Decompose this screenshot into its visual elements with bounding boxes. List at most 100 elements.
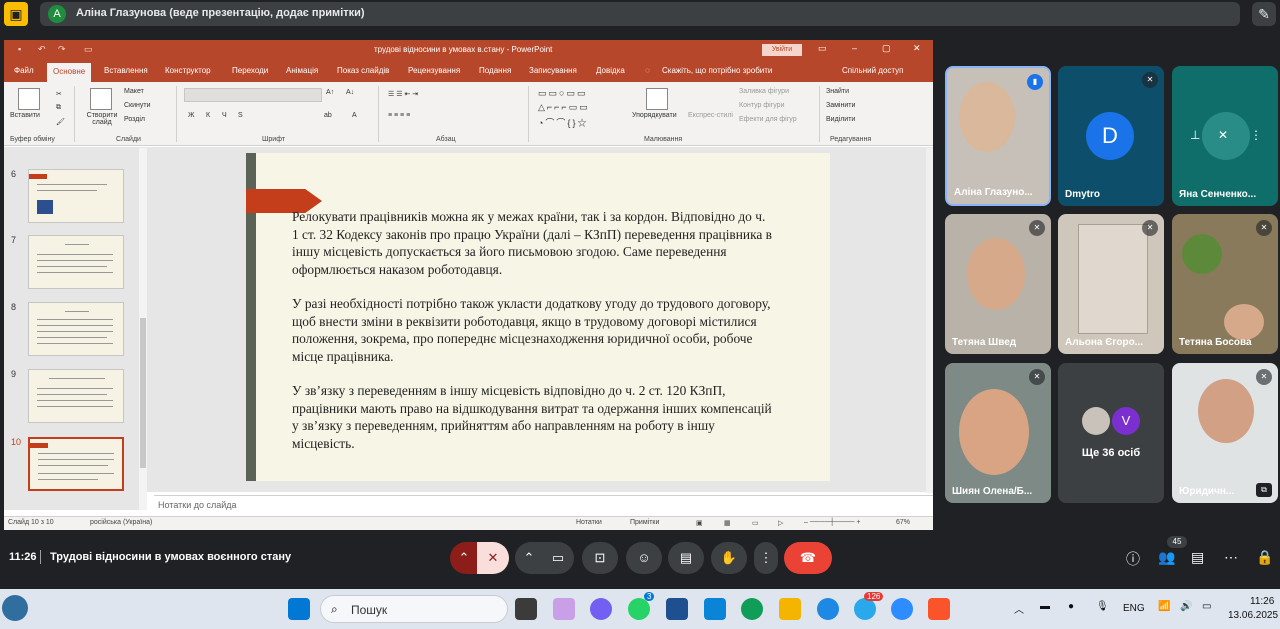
tab-animations[interactable]: Анімація <box>286 66 318 75</box>
zoom-level[interactable]: 67% <box>896 519 910 526</box>
pin-icon[interactable]: ⊥ <box>1190 128 1200 142</box>
whatsapp-icon[interactable] <box>628 598 650 620</box>
shapes-gallery[interactable]: ▭▭○▭▭ <box>538 88 587 99</box>
participant-tile[interactable]: ✕ Альона Єгоро... <box>1058 214 1164 354</box>
more-participants-tile[interactable]: V Ще 36 осіб <box>1058 363 1164 503</box>
replace-button[interactable]: Замінити <box>826 102 855 109</box>
taskbar-date[interactable]: 13.06.2025 <box>1228 610 1278 621</box>
zoom-icon[interactable] <box>891 598 913 620</box>
scrollbar-thumb[interactable] <box>140 318 146 468</box>
app-icon[interactable] <box>817 598 839 620</box>
shape-outline-button[interactable]: Контур фігури <box>739 102 784 109</box>
reading-view-icon[interactable]: ▭ <box>752 519 759 527</box>
paste-button[interactable]: Вставити <box>10 112 40 119</box>
tab-design[interactable]: Конструктор <box>165 66 211 75</box>
minimize-icon[interactable]: – <box>852 43 857 53</box>
bullets-icon[interactable]: ☰ ☰ ⇤ ⇥ <box>388 90 418 98</box>
italic-icon[interactable]: К <box>206 112 210 119</box>
more-options-icon[interactable]: ⋮ <box>1250 128 1262 142</box>
activities-icon[interactable]: ⋯ <box>1224 549 1238 566</box>
ribbon-display-icon[interactable]: ▭ <box>818 43 827 54</box>
app-icon[interactable] <box>704 598 726 620</box>
brave-icon[interactable] <box>928 598 950 620</box>
highlight-icon[interactable]: ab <box>324 112 332 119</box>
current-slide[interactable]: Релокувати працівників можна як у межах … <box>246 153 830 481</box>
meeting-info-icon[interactable]: ⓘ <box>1126 549 1140 569</box>
font-name-select[interactable] <box>184 88 322 102</box>
store-icon[interactable] <box>666 598 688 620</box>
maximize-icon[interactable]: ▢ <box>882 43 891 54</box>
present-icon[interactable]: ▣ <box>4 2 28 26</box>
tab-view[interactable]: Подання <box>479 66 511 75</box>
flag-icon[interactable]: ▬ <box>1040 601 1050 612</box>
participant-tile[interactable]: ✕ Шиян Олена/Б... <box>945 363 1051 503</box>
zoom-slider[interactable]: – ────┼──── + <box>804 519 861 526</box>
telegram-icon[interactable] <box>854 598 876 620</box>
taskbar-clock[interactable]: 11:26 <box>1250 596 1274 607</box>
edge-icon[interactable] <box>741 598 763 620</box>
paste-icon[interactable] <box>18 88 40 110</box>
format-painter-icon[interactable]: 🖌 <box>56 118 65 126</box>
participant-tile[interactable]: D ✕ Dmytro <box>1058 66 1164 206</box>
font-color-icon[interactable]: A <box>352 112 357 119</box>
shapes-gallery-row3[interactable]: ◔⌒⌒{}☆ <box>538 116 588 129</box>
share-button[interactable]: Спільний доступ <box>842 66 904 75</box>
host-controls-icon[interactable]: 🔒 <box>1256 549 1273 566</box>
arrange-button[interactable]: Упорядкувати <box>632 112 677 119</box>
viber-icon[interactable] <box>590 598 612 620</box>
file-explorer-icon[interactable] <box>779 598 801 620</box>
tab-insert[interactable]: Вставлення <box>104 66 148 75</box>
mic-options-chevron-icon[interactable]: ⌃ <box>450 542 478 574</box>
annotate-pen-icon[interactable]: ✎ <box>1252 2 1276 26</box>
bold-icon[interactable]: Ж <box>188 112 194 119</box>
cut-icon[interactable]: ✂ <box>56 90 62 98</box>
shapes-gallery-row2[interactable]: △⌐⌐⌐▭▭ <box>538 102 590 113</box>
tab-help[interactable]: Довідка <box>596 66 625 75</box>
start-icon[interactable] <box>288 598 310 620</box>
strike-icon[interactable]: S <box>238 112 243 119</box>
canvas-scrollbar[interactable] <box>926 148 933 493</box>
slide-thumbnail[interactable] <box>28 302 124 356</box>
captions-button[interactable]: ▤ <box>668 542 704 574</box>
tab-review[interactable]: Рецензування <box>408 66 460 75</box>
slide-thumbnail[interactable] <box>28 169 124 223</box>
emoji-button[interactable]: ☺ <box>626 542 662 574</box>
shape-effects-button[interactable]: Ефекти для фігур <box>739 116 797 123</box>
volume-icon[interactable]: 🔊 <box>1180 601 1192 612</box>
redo-icon[interactable]: ↷ <box>58 44 68 54</box>
find-button[interactable]: Знайти <box>826 88 849 95</box>
undo-icon[interactable]: ↶ <box>38 44 48 54</box>
save-icon[interactable]: ▪ <box>18 44 28 54</box>
app-tray-icon[interactable]: ● <box>1068 601 1074 612</box>
battery-icon[interactable]: ▭ <box>1202 601 1211 612</box>
present-from-start-icon[interactable]: ▭ <box>84 44 94 54</box>
tab-file[interactable]: Файл <box>14 66 34 75</box>
new-slide-button[interactable]: Створити слайд <box>84 112 120 126</box>
copy-icon[interactable]: ⧉ <box>56 104 61 112</box>
camera-button[interactable]: ▭ <box>542 542 574 574</box>
quick-styles-button[interactable]: Експрес-стилі <box>688 112 733 119</box>
leave-call-button[interactable]: ☎ <box>784 542 832 574</box>
tab-slideshow[interactable]: Показ слайдів <box>337 66 389 75</box>
microphone-icon[interactable]: 🎙 <box>1096 601 1109 612</box>
camera-options-chevron-icon[interactable]: ⌃ <box>515 542 543 574</box>
participant-tile[interactable]: ✕ ⧉ Юридичн... <box>1172 363 1278 503</box>
notes-pane[interactable]: Нотатки до слайда <box>154 495 933 514</box>
chat-icon[interactable]: ▤ <box>1191 549 1204 566</box>
align-icons[interactable]: ≡ ≡ ≡ ≡ <box>388 112 410 119</box>
present-screen-button[interactable]: ⊡ <box>582 542 618 574</box>
tell-me-input[interactable]: Скажіть, що потрібно зробити <box>662 66 772 75</box>
select-button[interactable]: Виділити <box>826 116 855 123</box>
comments-toggle[interactable]: Примітки <box>630 519 659 526</box>
wifi-icon[interactable]: 📶 <box>1158 601 1170 612</box>
participant-tile[interactable]: ✕ Тетяна Босова <box>1172 214 1278 354</box>
participant-tile-hovered[interactable]: ⊥ ✕ ⋮ Яна Сенченко... <box>1172 66 1278 206</box>
increase-font-icon[interactable]: A↑ <box>326 89 334 96</box>
participant-tile[interactable]: ✕ Тетяна Швед <box>945 214 1051 354</box>
mute-icon[interactable]: ✕ <box>1218 128 1228 142</box>
slide-body-text[interactable]: Релокувати працівників можна як у межах … <box>292 208 772 469</box>
shape-fill-button[interactable]: Заливка фігури <box>739 88 789 95</box>
people-icon[interactable]: 👥 <box>1158 549 1175 566</box>
weather-widget-icon[interactable] <box>2 595 28 621</box>
tab-record[interactable]: Записування <box>529 66 577 75</box>
